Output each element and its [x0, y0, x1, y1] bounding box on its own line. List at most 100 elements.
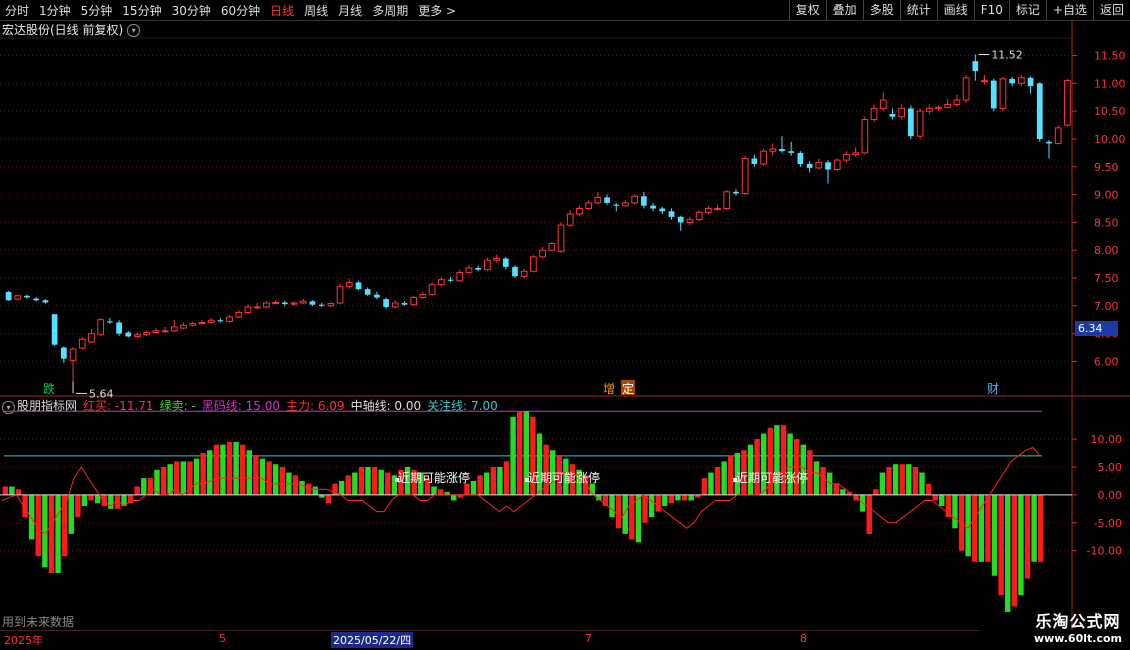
indicator-bar — [972, 494, 978, 562]
indicator-bar — [536, 433, 543, 495]
price-tick-label-10: 11.00 — [1094, 77, 1126, 90]
candle-body-up — [539, 249, 546, 258]
candle-body-down — [383, 299, 389, 307]
candle-body-up — [437, 279, 445, 286]
indicator-bar — [81, 494, 88, 507]
indicator-bar — [503, 461, 510, 495]
candle-body-down — [641, 196, 647, 206]
candle-body-down — [309, 301, 316, 305]
candle-body-up — [879, 99, 887, 109]
indicator-bar — [141, 478, 147, 495]
indicator-bar — [635, 494, 642, 543]
indicator-bar — [477, 475, 483, 495]
price-tick-label-5: 8.50 — [1094, 216, 1119, 229]
indicator-bar — [167, 464, 173, 495]
indicator-bar — [240, 444, 246, 495]
indicator-bar — [193, 458, 200, 495]
candle-body-down — [1046, 141, 1052, 144]
indicator-bar — [747, 444, 754, 495]
indicator-bar — [312, 486, 318, 495]
indicator-bar — [207, 450, 213, 495]
indicator-bar — [451, 494, 457, 501]
candle-body-down — [125, 332, 132, 337]
candle-body-up — [760, 150, 767, 165]
indicator-bar — [985, 494, 991, 562]
candle-body-down — [364, 289, 371, 295]
indicator-bar — [266, 461, 272, 495]
candle-body-up — [143, 331, 151, 336]
candle-body-up — [88, 333, 95, 343]
indicator-bar — [246, 450, 253, 495]
candle-body-up — [723, 191, 731, 209]
candle-body-down — [889, 113, 896, 117]
candle-body-up — [870, 107, 878, 121]
indicator-bar — [609, 494, 615, 518]
indicator-bar — [708, 472, 714, 495]
indicator-bar — [998, 494, 1004, 596]
indicator-bar — [200, 453, 206, 495]
ind-tick-label-1: 5.00 — [1098, 461, 1123, 474]
candle-body-down — [33, 298, 40, 301]
indicator-bar — [305, 483, 312, 495]
candle-body-up — [695, 211, 703, 221]
annotation-0: 近期可能涨停 — [398, 470, 470, 485]
logo-line2: www.60lt.com — [1033, 632, 1122, 645]
price-tick-label-11: 11.50 — [1094, 50, 1126, 63]
indicator-bar — [226, 441, 233, 495]
low-price-label: 5.64 — [89, 387, 114, 400]
site-logo: 乐淘公式网 www.60lt.com — [1034, 608, 1122, 645]
candle-body-up — [1064, 80, 1071, 126]
candle-body-up — [78, 338, 86, 349]
candle-body-up — [944, 104, 952, 108]
indicator-bar — [180, 461, 187, 495]
indicator-bar — [55, 494, 61, 573]
candle-body-down — [825, 162, 831, 170]
indicator-bar — [253, 455, 259, 495]
candle-body-up — [833, 159, 841, 171]
current-price-tag: 6.34 — [1075, 321, 1118, 336]
candle-body-up — [428, 284, 436, 296]
candle-body-up — [714, 207, 721, 210]
indicator-bar — [28, 494, 35, 540]
price-tick-label-7: 9.50 — [1094, 161, 1119, 174]
indicator-bar — [48, 494, 55, 573]
candle-body-down — [42, 300, 49, 303]
indicator-bar — [259, 458, 266, 495]
candle-body-down — [5, 291, 12, 301]
indicator-bar — [642, 494, 648, 523]
candle-body-down — [613, 204, 620, 206]
indicator-bar — [688, 494, 694, 501]
indicator-bar — [299, 480, 305, 495]
chart-canvas[interactable]: 6.006.507.007.508.008.509.009.5010.0010.… — [0, 0, 1130, 650]
candle-body-down — [733, 191, 739, 194]
annotation-1: 近期可能涨停 — [528, 470, 600, 485]
indicator-bar — [292, 475, 299, 495]
candle-body-up — [981, 80, 988, 83]
candle-body-down — [401, 303, 408, 305]
indicator-bar — [873, 489, 879, 495]
date-label-selected[interactable]: 2025/05/22/四 — [331, 632, 414, 648]
candle-body-up — [207, 319, 215, 323]
indicator-bar — [147, 478, 154, 495]
indicator-bar — [134, 486, 140, 495]
candle-body-up — [704, 207, 712, 213]
candle-body-up — [253, 306, 261, 309]
indicator-bar — [1024, 494, 1031, 579]
indicator-bar — [490, 466, 497, 495]
candle-body-up — [161, 330, 169, 333]
high-price-label: 11.52 — [991, 48, 1023, 61]
candle-body-up — [14, 295, 22, 300]
ind-tick-label-2: 0.00 — [1098, 489, 1123, 502]
candle-body-up — [336, 285, 344, 304]
candle-body-up — [566, 213, 574, 226]
indicator-bar — [629, 494, 635, 540]
indicator-bar — [701, 478, 708, 495]
price-tick-label-8: 10.00 — [1094, 133, 1126, 146]
event-marker-2: 定 — [622, 381, 634, 396]
indicator-bar — [220, 444, 226, 495]
candle-body-up — [741, 157, 749, 194]
date-label-may: 5 — [219, 632, 226, 645]
indicator-bar — [932, 494, 938, 501]
indicator-bar — [160, 466, 167, 495]
indicator-bar — [213, 444, 220, 495]
